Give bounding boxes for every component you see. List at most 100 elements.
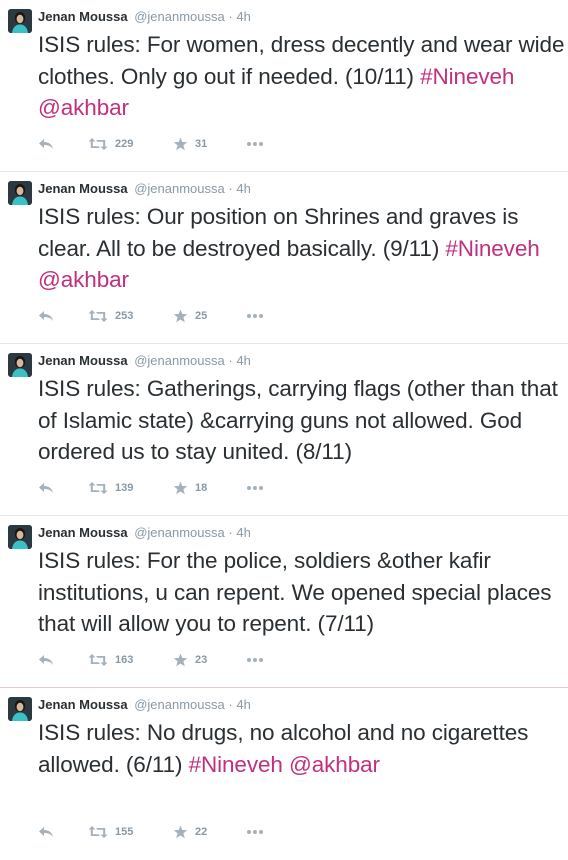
- tweet-text: ISIS rules: Gatherings, carrying flags (…: [38, 373, 566, 468]
- favorite-star-icon: [173, 481, 188, 495]
- tweet[interactable]: Jenan Moussa @jenanmoussa · 4h ISIS rule…: [0, 688, 568, 860]
- favorite-count: 22: [195, 826, 208, 838]
- tweet[interactable]: Jenan Moussa @jenanmoussa · 4h ISIS rule…: [0, 172, 568, 344]
- retweet-button[interactable]: 229: [88, 133, 133, 155]
- reply-button[interactable]: [38, 133, 54, 155]
- reply-icon: [38, 825, 54, 839]
- reply-icon: [38, 137, 54, 151]
- tweet[interactable]: Jenan Moussa @jenanmoussa · 4h ISIS rule…: [0, 516, 568, 688]
- more-options-icon: [246, 657, 264, 663]
- avatar[interactable]: [8, 181, 32, 205]
- mention-link[interactable]: @akhbar: [38, 95, 129, 120]
- mention-link[interactable]: @akhbar: [289, 752, 380, 777]
- retweet-icon: [88, 481, 108, 495]
- more-options-icon: [246, 485, 264, 491]
- tweet-actions: 229 31: [38, 133, 298, 155]
- tweet[interactable]: Jenan Moussa @jenanmoussa · 4h ISIS rule…: [0, 344, 568, 516]
- author-name[interactable]: Jenan Moussa: [38, 353, 128, 368]
- retweet-count: 253: [115, 310, 134, 322]
- timestamp[interactable]: 4h: [236, 525, 250, 540]
- author-handle[interactable]: @jenanmoussa: [134, 525, 225, 540]
- tweet-timeline: Jenan Moussa @jenanmoussa · 4h ISIS rule…: [0, 0, 568, 860]
- author-handle[interactable]: @jenanmoussa: [134, 181, 225, 196]
- retweet-button[interactable]: 155: [88, 821, 133, 843]
- favorite-button[interactable]: 18: [173, 477, 207, 499]
- tweet-body: ISIS rules: Gatherings, carrying flags (…: [38, 376, 558, 464]
- favorite-star-icon: [173, 309, 188, 323]
- separator-dot: ·: [228, 9, 233, 24]
- tweet-text: ISIS rules: Our position on Shrines and …: [38, 201, 566, 296]
- more-options-icon: [246, 313, 264, 319]
- more-options-button[interactable]: [246, 821, 264, 843]
- tweet-actions: 139 18: [38, 477, 298, 499]
- timestamp[interactable]: 4h: [236, 353, 250, 368]
- favorite-button[interactable]: 25: [173, 305, 207, 327]
- retweet-icon: [88, 825, 108, 839]
- favorite-count: 18: [195, 482, 208, 494]
- tweet-header: Jenan Moussa @jenanmoussa · 4h: [38, 181, 251, 197]
- retweet-count: 229: [115, 138, 134, 150]
- timestamp[interactable]: 4h: [236, 181, 250, 196]
- retweet-button[interactable]: 163: [88, 649, 133, 671]
- separator-dot: ·: [228, 697, 233, 712]
- favorite-button[interactable]: 23: [173, 649, 207, 671]
- retweet-count: 139: [115, 482, 134, 494]
- tweet-actions: 155 22: [38, 821, 298, 843]
- favorite-count: 31: [195, 138, 208, 150]
- reply-icon: [38, 653, 54, 667]
- tweet-actions: 253 25: [38, 305, 298, 327]
- avatar[interactable]: [8, 525, 32, 549]
- favorite-count: 25: [195, 310, 208, 322]
- author-handle[interactable]: @jenanmoussa: [134, 697, 225, 712]
- avatar[interactable]: [8, 9, 32, 33]
- favorite-button[interactable]: 22: [173, 821, 207, 843]
- favorite-star-icon: [173, 825, 188, 839]
- hashtag-link[interactable]: #Nineveh: [445, 236, 539, 261]
- hashtag-link[interactable]: #Nineveh: [420, 64, 514, 89]
- more-options-button[interactable]: [246, 133, 264, 155]
- retweet-icon: [88, 653, 108, 667]
- hashtag-link[interactable]: #Nineveh: [189, 752, 283, 777]
- reply-button[interactable]: [38, 305, 54, 327]
- reply-button[interactable]: [38, 649, 54, 671]
- author-name[interactable]: Jenan Moussa: [38, 9, 128, 24]
- reply-icon: [38, 309, 54, 323]
- author-handle[interactable]: @jenanmoussa: [134, 9, 225, 24]
- tweet-actions: 163 23: [38, 649, 298, 671]
- tweet-header: Jenan Moussa @jenanmoussa · 4h: [38, 697, 251, 713]
- retweet-icon: [88, 137, 108, 151]
- retweet-icon: [88, 309, 108, 323]
- author-handle[interactable]: @jenanmoussa: [134, 353, 225, 368]
- reply-icon: [38, 481, 54, 495]
- tweet-header: Jenan Moussa @jenanmoussa · 4h: [38, 525, 251, 541]
- retweet-count: 155: [115, 826, 134, 838]
- timestamp[interactable]: 4h: [236, 9, 250, 24]
- tweet-header: Jenan Moussa @jenanmoussa · 4h: [38, 9, 251, 25]
- favorite-button[interactable]: 31: [173, 133, 207, 155]
- author-name[interactable]: Jenan Moussa: [38, 181, 128, 196]
- retweet-button[interactable]: 139: [88, 477, 133, 499]
- tweet-text: ISIS rules: No drugs, no alcohol and no …: [38, 717, 566, 780]
- retweet-button[interactable]: 253: [88, 305, 133, 327]
- more-options-icon: [246, 829, 264, 835]
- more-options-button[interactable]: [246, 305, 264, 327]
- author-name[interactable]: Jenan Moussa: [38, 525, 128, 540]
- reply-button[interactable]: [38, 477, 54, 499]
- timestamp[interactable]: 4h: [236, 697, 250, 712]
- more-options-button[interactable]: [246, 477, 264, 499]
- mention-link[interactable]: @akhbar: [38, 267, 129, 292]
- separator-dot: ·: [228, 525, 233, 540]
- tweet-body: ISIS rules: For the police, soldiers &ot…: [38, 548, 552, 636]
- author-name[interactable]: Jenan Moussa: [38, 697, 128, 712]
- tweet-text: ISIS rules: For the police, soldiers &ot…: [38, 545, 566, 640]
- tweet-header: Jenan Moussa @jenanmoussa · 4h: [38, 353, 251, 369]
- retweet-count: 163: [115, 654, 134, 666]
- avatar[interactable]: [8, 353, 32, 377]
- more-options-button[interactable]: [246, 649, 264, 671]
- tweet[interactable]: Jenan Moussa @jenanmoussa · 4h ISIS rule…: [0, 0, 568, 172]
- favorite-star-icon: [173, 137, 188, 151]
- reply-button[interactable]: [38, 821, 54, 843]
- separator-dot: ·: [228, 353, 233, 368]
- separator-dot: ·: [228, 181, 233, 196]
- avatar[interactable]: [8, 697, 32, 721]
